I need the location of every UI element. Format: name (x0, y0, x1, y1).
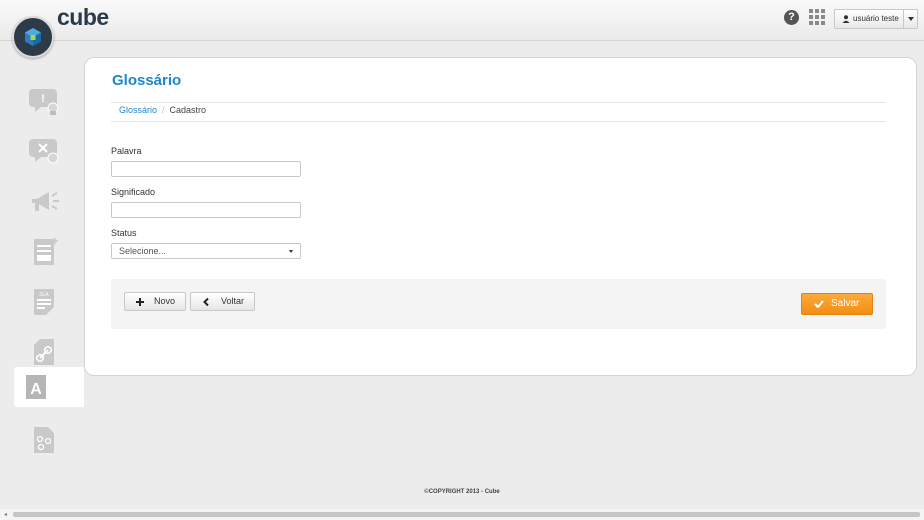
sidebar-item-ticket-cancel[interactable] (10, 131, 82, 171)
sidebar: ! SLA A (0, 41, 84, 481)
support-ticket-icon: ! (29, 89, 59, 115)
breadcrumb-root-link[interactable]: Glossário (119, 105, 157, 115)
salvar-button[interactable]: Salvar (801, 293, 873, 315)
form-document-icon (34, 238, 58, 265)
chevron-down-icon (289, 250, 293, 253)
link-document-icon (34, 339, 54, 365)
status-selected-value: Selecione... (119, 246, 167, 256)
breadcrumb: Glossário / Cadastro (111, 102, 886, 122)
main-panel: Glossário Glossário / Cadastro Palavra Sig… (84, 57, 917, 376)
sidebar-item-support-ticket[interactable]: ! (10, 81, 82, 121)
workflow-document-icon (34, 427, 54, 453)
ticket-cancel-icon (29, 139, 59, 164)
breadcrumb-current: Cadastro (169, 105, 207, 115)
top-bar: cube ? usuário teste (0, 0, 924, 58)
megaphone-icon (32, 192, 59, 211)
scroll-left-icon[interactable]: ◂ (4, 511, 7, 518)
status-label: Status (111, 228, 137, 238)
chevron-down-icon[interactable] (908, 17, 914, 21)
voltar-label: Voltar (221, 296, 245, 306)
check-icon (814, 300, 824, 308)
palavra-input[interactable] (111, 161, 301, 177)
form-actions-bar: Novo Voltar Salvar (111, 279, 886, 329)
user-name: usuário teste (853, 14, 899, 23)
novo-label: Novo (154, 296, 176, 306)
breadcrumb-separator: / (162, 105, 165, 115)
palavra-label: Palavra (111, 146, 142, 156)
app-name[interactable]: cube (57, 4, 109, 31)
sidebar-item-forms[interactable] (10, 231, 82, 271)
svg-text:A: A (30, 381, 42, 398)
user-icon (842, 15, 850, 23)
apps-grid-icon[interactable] (809, 9, 825, 25)
significado-input[interactable] (111, 202, 301, 218)
svg-text:!: ! (41, 93, 45, 105)
plus-icon (136, 298, 144, 306)
voltar-button[interactable]: Voltar (190, 292, 255, 311)
user-menu-button[interactable]: usuário teste (834, 9, 918, 29)
scrollbar-thumb[interactable] (13, 512, 920, 517)
footer-copyright: ©COPYRIGHT 2013 - Cube (424, 489, 500, 495)
svg-text:SLA: SLA (39, 292, 49, 298)
sla-document-icon: SLA (34, 289, 54, 315)
chevron-left-icon (203, 298, 209, 306)
sidebar-item-links[interactable] (10, 331, 82, 371)
status-select[interactable]: Selecione... (111, 243, 301, 259)
glossary-icon: A (26, 375, 46, 399)
sidebar-item-glossary[interactable]: A (14, 367, 84, 407)
sidebar-item-announcements[interactable] (10, 181, 82, 221)
significado-label: Significado (111, 187, 156, 197)
help-icon[interactable]: ? (784, 10, 799, 25)
novo-button[interactable]: Novo (124, 292, 186, 311)
sidebar-item-sla[interactable]: SLA (10, 281, 82, 321)
page-title: Glossário (112, 72, 182, 89)
salvar-label: Salvar (831, 298, 860, 309)
sidebar-item-workflow[interactable] (10, 419, 82, 459)
horizontal-scrollbar[interactable]: ◂ (0, 509, 924, 520)
